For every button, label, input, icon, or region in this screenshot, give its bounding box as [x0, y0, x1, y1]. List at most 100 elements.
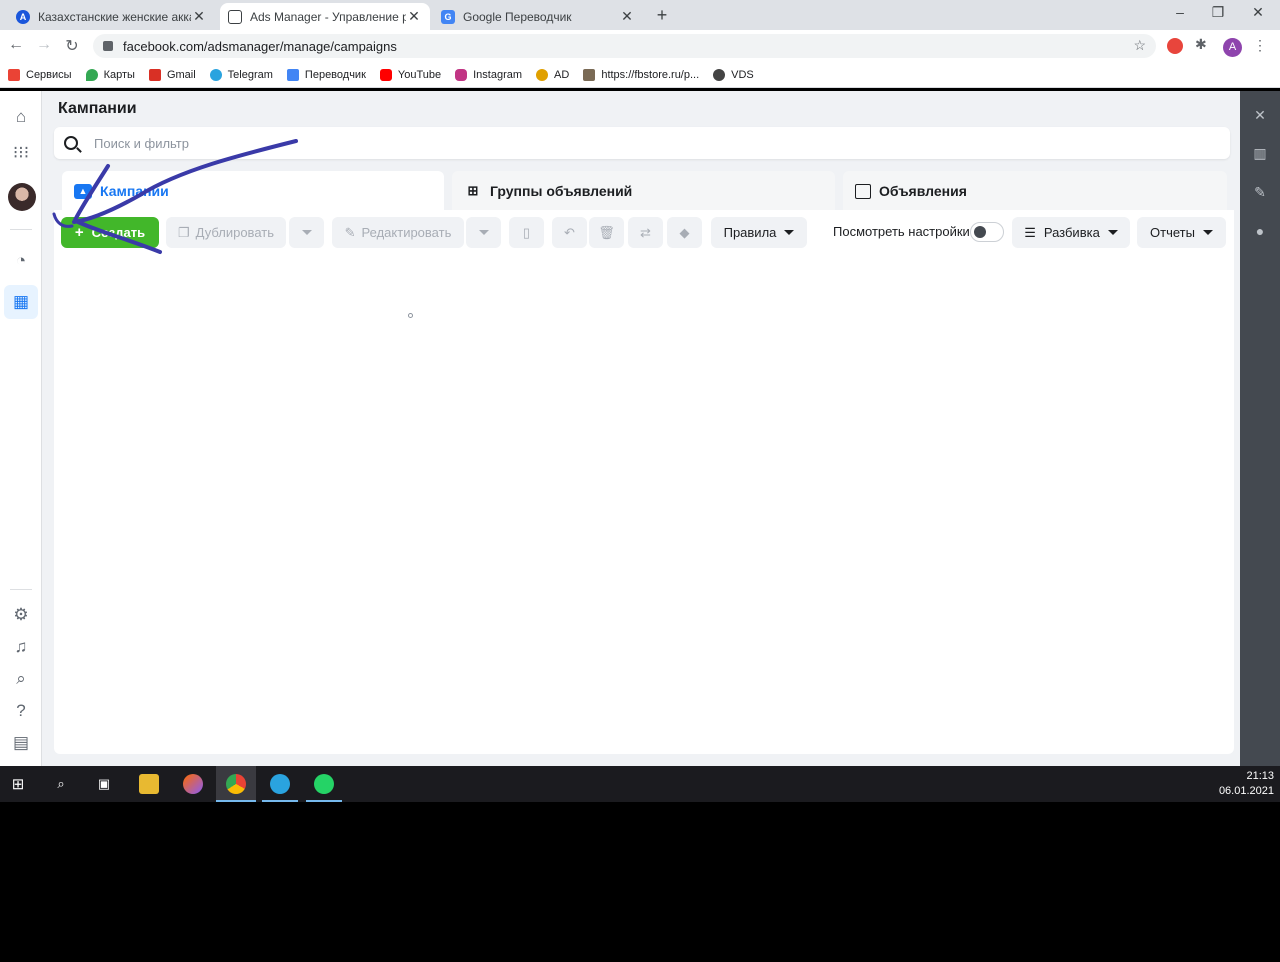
fbstore-icon	[583, 68, 596, 81]
campaigns-panel: + Создать ❐ Дублировать ✎ Редактировать …	[54, 210, 1234, 754]
drop-app-icon[interactable]	[183, 774, 203, 794]
maps-pin-icon	[85, 68, 98, 81]
bookmark-label: Gmail	[166, 68, 196, 81]
page-title: Кампании	[58, 100, 137, 117]
edit-label: Редактировать	[361, 225, 452, 240]
browser-menu-icon[interactable]: ⋮	[1253, 37, 1267, 54]
bookmark-vds[interactable]: VDS	[713, 68, 754, 81]
chevron-down-icon	[784, 230, 795, 235]
system-clock[interactable]: 21:13 06.01.2021	[1219, 769, 1274, 799]
close-tab-icon[interactable]: ✕	[191, 8, 207, 25]
account-overview-icon[interactable]: ◔	[11, 251, 31, 271]
user-avatar[interactable]	[8, 183, 36, 211]
profile-avatar[interactable]: A	[1223, 38, 1242, 57]
left-nav: ⌂ ⁝⁝⁝ ◔ ▦ ⚙ ♫ ⌕ ? ▤	[0, 91, 42, 766]
home-icon[interactable]: ⌂	[11, 107, 31, 127]
search-icon[interactable]: ⌕	[51, 774, 71, 794]
telegram-icon[interactable]	[270, 774, 290, 794]
view-settings-toggle[interactable]	[970, 222, 1004, 242]
ab-test-button[interactable]: ⇄	[628, 217, 663, 248]
forward-icon[interactable]: →	[34, 36, 54, 54]
delete-button[interactable]: 🗑	[589, 217, 624, 248]
ads-manager-app: ⌂ ⁝⁝⁝ ◔ ▦ ⚙ ♫ ⌕ ? ▤ Кампании Поиск и фил…	[0, 91, 1280, 766]
pencil-icon: ✎	[344, 224, 356, 240]
help-icon[interactable]: ?	[11, 701, 31, 721]
extension-icon[interactable]	[1167, 38, 1183, 54]
clipboard-button[interactable]: ▯	[509, 217, 544, 248]
duplicate-dropdown-button[interactable]	[289, 217, 324, 248]
report-panel-icon[interactable]: ▤	[11, 733, 31, 753]
bookmark-label: YouTube	[397, 68, 442, 81]
whatsapp-icon[interactable]	[314, 774, 334, 794]
tab-title: Ads Manager - Управление рек	[250, 9, 406, 24]
campaigns-table-icon[interactable]: ▦	[4, 285, 38, 319]
search-filter-input[interactable]: Поиск и фильтр	[54, 127, 1230, 159]
edit-button[interactable]: ✎ Редактировать	[332, 217, 464, 248]
rules-button[interactable]: Правила	[711, 217, 807, 248]
bookmark-label: Сервисы	[26, 68, 72, 81]
file-explorer-icon[interactable]	[139, 774, 159, 794]
bookmark-telegram[interactable]: Telegram	[209, 68, 273, 81]
bookmark-gmail[interactable]: Gmail	[148, 68, 196, 81]
browser-tab-2[interactable]: Ads Manager - Управление рек ✕	[220, 3, 430, 30]
tab-title: Google Переводчик	[463, 9, 572, 24]
windows-taskbar: ⊞ ⌕ ▣ 21:13 06.01.2021	[0, 766, 1280, 802]
tab-ad-sets[interactable]: ⊞ Группы объявлений	[452, 171, 835, 211]
reload-icon[interactable]: ↻	[62, 36, 82, 56]
duplicate-button[interactable]: ❐ Дублировать	[166, 217, 286, 248]
nav-divider	[10, 229, 32, 230]
address-bar[interactable]: facebook.com/adsmanager/manage/campaigns…	[93, 34, 1156, 58]
tab-campaigns[interactable]: ▲ Кампании	[62, 171, 444, 211]
bookmark-services[interactable]: Сервисы	[8, 68, 72, 81]
view-settings-label: Посмотреть настройки	[833, 224, 970, 239]
search-icon[interactable]: ⌕	[11, 669, 31, 689]
minimize-icon[interactable]: –	[1168, 4, 1192, 20]
new-tab-button[interactable]: +	[651, 5, 673, 25]
close-tab-icon[interactable]: ✕	[619, 8, 635, 25]
chrome-icon[interactable]	[226, 774, 246, 794]
create-button[interactable]: + Создать	[61, 217, 159, 248]
bookmark-maps[interactable]: Карты	[85, 68, 135, 81]
chevron-down-icon	[1107, 230, 1118, 235]
lock-icon	[103, 41, 113, 51]
all-tools-grid-icon[interactable]: ⁝⁝⁝	[11, 143, 31, 163]
browser-tab-3[interactable]: G Google Переводчик ✕	[433, 3, 643, 30]
edit-pencil-icon[interactable]: ✎	[1252, 184, 1268, 200]
tab-label: Группы объявлений	[490, 183, 633, 199]
create-label: Создать	[91, 225, 146, 240]
settings-gear-icon[interactable]: ⚙	[11, 605, 31, 625]
puzzle-icon[interactable]: ✱	[1195, 36, 1211, 52]
bookmark-label: Telegram	[227, 68, 273, 81]
history-clock-icon[interactable]: ●	[1252, 223, 1268, 239]
close-panel-icon[interactable]: ✕	[1252, 107, 1268, 123]
restore-icon[interactable]: ❐	[1206, 4, 1230, 21]
edit-dropdown-button[interactable]	[466, 217, 501, 248]
loading-indicator	[408, 313, 413, 318]
bar-chart-icon[interactable]: ▥	[1252, 145, 1268, 161]
breakdown-button[interactable]: ☰ Разбивка	[1012, 217, 1130, 248]
close-tab-icon[interactable]: ✕	[406, 8, 422, 25]
tab-favicon-icon: G	[441, 9, 455, 24]
clipboard-icon: ▯	[522, 224, 531, 240]
chevron-down-icon	[301, 230, 312, 235]
reports-button[interactable]: Отчеты	[1137, 217, 1226, 248]
windows-start-icon[interactable]: ⊞	[8, 774, 28, 794]
back-icon[interactable]: ←	[6, 36, 26, 54]
tag-button[interactable]: ◆	[667, 217, 702, 248]
bookmark-ad[interactable]: AD	[536, 68, 569, 81]
tab-ads[interactable]: Объявления	[843, 171, 1227, 211]
bookmark-fbstore[interactable]: https://fbstore.ru/p...	[583, 68, 699, 81]
close-window-icon[interactable]: ✕	[1246, 4, 1270, 21]
task-view-icon[interactable]: ▣	[94, 774, 114, 794]
undo-button[interactable]: ↶	[552, 217, 587, 248]
tab-label: Кампании	[100, 183, 169, 199]
bookmark-label: Карты	[103, 68, 135, 81]
notifications-bell-icon[interactable]: ♫	[11, 637, 31, 657]
browser-tab-1[interactable]: A Казахстанские женские аккаунт ✕	[8, 3, 215, 30]
bookmark-star-icon[interactable]: ☆	[1133, 37, 1146, 54]
duplicate-label: Дублировать	[195, 225, 274, 240]
bookmark-youtube[interactable]: YouTube	[379, 68, 442, 81]
bookmark-instagram[interactable]: Instagram	[455, 68, 522, 81]
browser-toolbar: ← → ↻ facebook.com/adsmanager/manage/cam…	[0, 30, 1280, 62]
bookmark-translate[interactable]: Переводчик	[286, 68, 366, 81]
